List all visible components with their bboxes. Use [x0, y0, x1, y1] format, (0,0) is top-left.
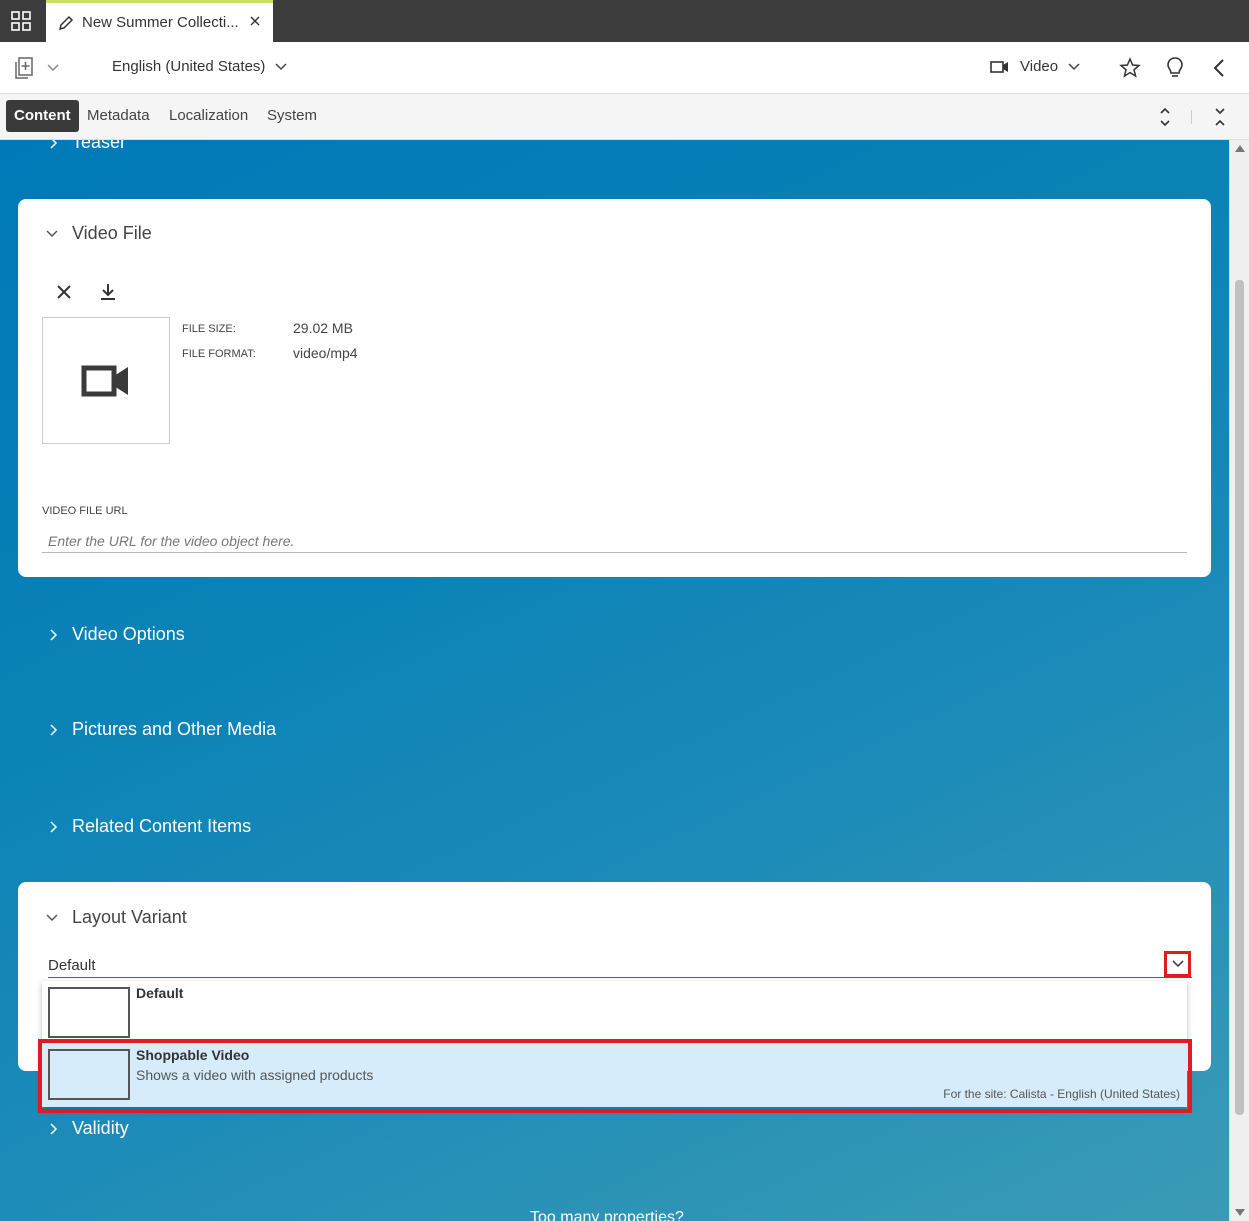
bookmark-button[interactable] — [1119, 57, 1141, 79]
layout-variant-value: Default — [48, 957, 96, 974]
section-title: Layout Variant — [72, 907, 187, 927]
layout-variant-dropdown-button[interactable] — [1164, 951, 1191, 977]
section-video-file[interactable]: Video File — [46, 223, 152, 244]
document-tab[interactable]: New Summer Collecti... — [46, 0, 273, 42]
chevron-down-icon — [47, 64, 59, 72]
layout-variant-dropdown: Default Shoppable Video Shows a video wi… — [42, 981, 1187, 1107]
chevron-down-icon — [275, 62, 287, 70]
option-site: For the site: Calista - English (United … — [943, 1087, 1180, 1101]
apps-button[interactable] — [0, 0, 42, 42]
star-icon — [1119, 57, 1141, 78]
section-pictures[interactable]: Pictures and Other Media — [48, 719, 276, 740]
section-title: Related Content Items — [72, 816, 252, 836]
section-title: Pictures and Other Media — [72, 719, 277, 739]
chevron-down-icon — [1171, 960, 1184, 968]
form-tabs: Content Metadata Localization System — [0, 94, 1249, 140]
scroll-thumb[interactable] — [1235, 280, 1244, 1115]
new-content-button[interactable] — [13, 56, 59, 80]
chevron-down-icon — [1068, 62, 1080, 70]
section-title: Video Options — [72, 624, 185, 644]
option-title: Shoppable Video — [136, 1047, 250, 1063]
collapse-vertical-icon — [1215, 108, 1225, 126]
language-label: English (United States) — [112, 58, 266, 75]
tab-system[interactable]: System — [267, 100, 317, 132]
doctype-label: Video — [1020, 58, 1059, 75]
lightbulb-icon — [1167, 57, 1183, 77]
tab-metadata[interactable]: Metadata — [87, 100, 150, 132]
tab-content[interactable]: Content — [6, 100, 79, 132]
doctype-selector[interactable]: Video — [990, 58, 1080, 75]
video-thumbnail — [42, 317, 170, 444]
remove-file-button[interactable] — [56, 284, 72, 300]
pencil-icon — [58, 15, 74, 30]
section-related-content[interactable]: Related Content Items — [48, 816, 251, 837]
option-thumbnail — [48, 1049, 130, 1100]
file-format-value: video/mp4 — [293, 345, 358, 361]
expand-all-button[interactable] — [1158, 106, 1172, 128]
new-document-icon — [15, 57, 33, 79]
collapse-all-button[interactable] — [1213, 106, 1227, 128]
tab-title: New Summer Collecti... — [82, 14, 239, 31]
video-camera-icon — [990, 60, 1008, 73]
option-thumbnail — [48, 987, 130, 1038]
section-validity[interactable]: Validity — [48, 1118, 129, 1139]
section-title: Validity — [72, 1118, 129, 1138]
download-icon — [101, 284, 115, 300]
close-icon[interactable] — [249, 15, 261, 27]
scroll-down-arrow[interactable] — [1235, 1209, 1245, 1216]
collapse-panel-button[interactable] — [1212, 58, 1226, 78]
chevron-down-icon — [46, 229, 58, 237]
content-area: Teaser Video File FILE SIZE: 29.02 MB FI… — [0, 140, 1229, 1221]
video-camera-icon — [81, 365, 128, 396]
divider — [1191, 110, 1192, 124]
tab-bar: New Summer Collecti... — [0, 0, 1249, 42]
section-video-options[interactable]: Video Options — [48, 624, 185, 645]
grid-icon — [11, 11, 31, 31]
chevron-right-icon — [50, 723, 58, 736]
video-file-url-input[interactable] — [42, 529, 1187, 553]
toolbar: English (United States) Video — [0, 42, 1249, 94]
section-title: Video File — [72, 223, 152, 243]
vertical-scrollbar[interactable] — [1229, 140, 1249, 1221]
file-size-label: FILE SIZE: — [182, 323, 236, 335]
option-title: Default — [136, 985, 184, 1001]
layout-variant-select[interactable]: Default — [48, 954, 1192, 978]
language-selector[interactable]: English (United States) — [112, 58, 287, 75]
expand-vertical-icon — [1160, 107, 1170, 127]
close-icon — [57, 285, 71, 299]
scroll-up-arrow[interactable] — [1235, 145, 1245, 152]
chevron-right-icon — [50, 140, 58, 149]
too-many-properties-text: Too many properties? — [530, 1209, 684, 1221]
dropdown-option-shoppable-video[interactable]: Shoppable Video Shows a video with assig… — [42, 1043, 1187, 1107]
option-description: Shows a video with assigned products — [136, 1067, 374, 1083]
tips-button[interactable] — [1165, 56, 1185, 80]
download-file-button[interactable] — [100, 283, 116, 301]
chevron-right-icon — [50, 820, 58, 833]
chevron-right-icon — [50, 628, 58, 641]
dropdown-option-default[interactable]: Default — [42, 981, 1187, 1039]
tab-localization[interactable]: Localization — [169, 100, 248, 132]
video-file-url-label: VIDEO FILE URL — [42, 505, 128, 517]
section-title: Teaser — [72, 140, 127, 152]
section-teaser[interactable]: Teaser — [48, 140, 126, 153]
chevron-left-icon — [1213, 59, 1224, 77]
file-size-value: 29.02 MB — [293, 320, 353, 336]
section-layout-variant[interactable]: Layout Variant — [46, 907, 187, 928]
chevron-down-icon — [46, 913, 58, 921]
chevron-right-icon — [50, 1122, 58, 1135]
file-format-label: FILE FORMAT: — [182, 348, 256, 360]
video-file-card: Video File FILE SIZE: 29.02 MB FILE FORM… — [18, 199, 1211, 577]
